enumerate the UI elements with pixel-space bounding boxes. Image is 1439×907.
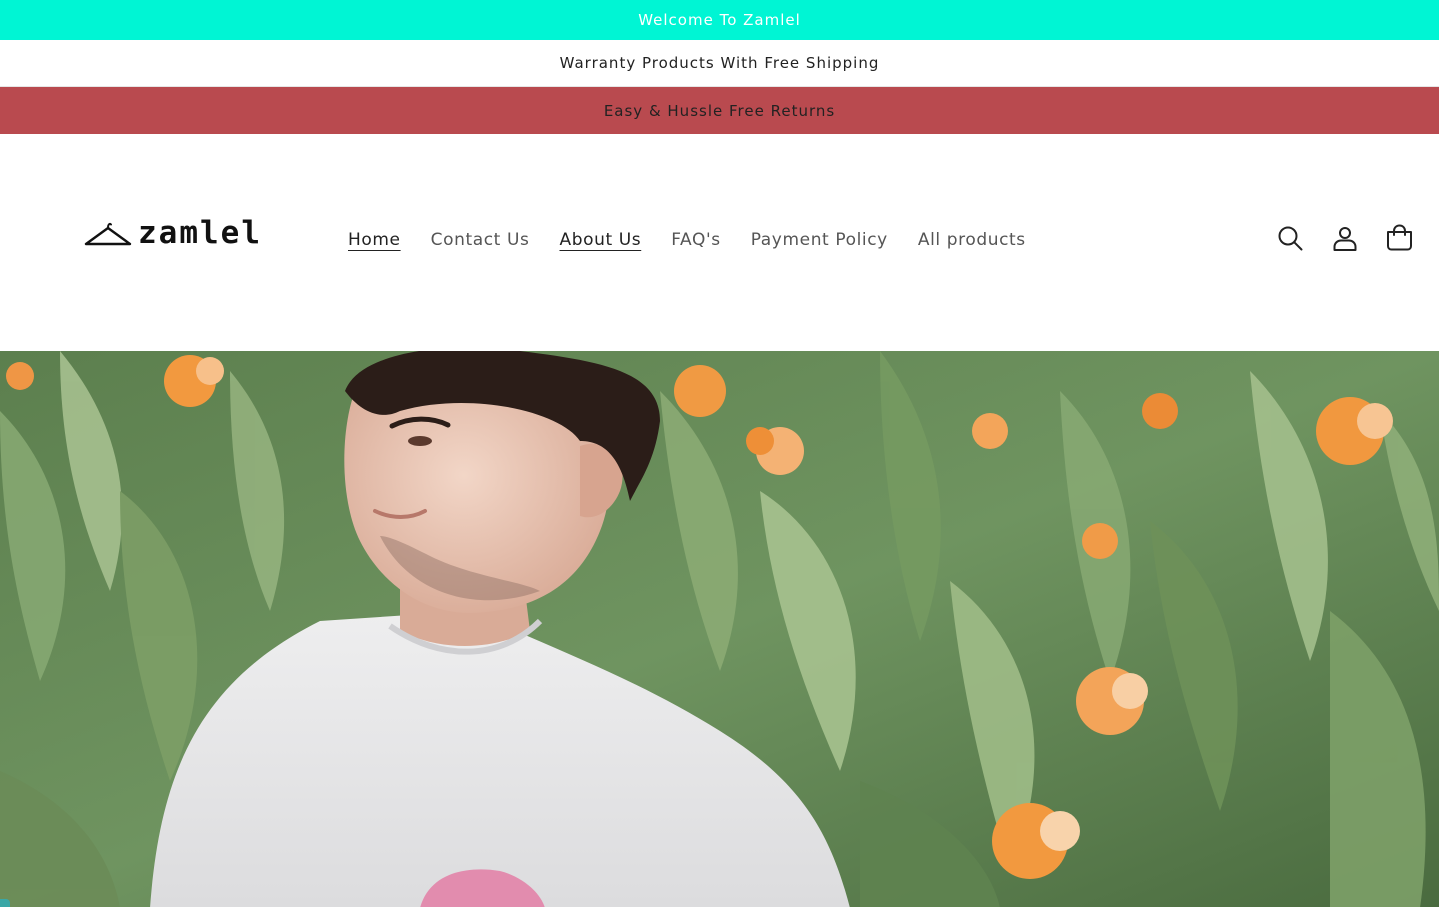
announcement-text: Easy & Hussle Free Returns <box>603 101 836 120</box>
nav-link-all-products[interactable]: All products <box>918 230 1026 250</box>
announcement-bar-warranty: Warranty Products With Free Shipping <box>0 40 1439 87</box>
corner-widget-tab[interactable] <box>0 899 10 907</box>
search-button[interactable] <box>1276 224 1303 251</box>
nav-link-about-us[interactable]: About Us <box>559 230 641 250</box>
announcement-text: Warranty Products With Free Shipping <box>559 54 880 72</box>
nav-link-faqs[interactable]: FAQ's <box>671 230 720 250</box>
hero-banner <box>0 351 1439 907</box>
nav-link-contact-us[interactable]: Contact Us <box>431 230 530 250</box>
logo-text: zamlel <box>138 215 262 251</box>
search-icon <box>1278 226 1302 250</box>
announcement-bar-returns: Easy & Hussle Free Returns <box>0 87 1439 134</box>
hanger-logo-icon <box>84 222 132 245</box>
account-icon <box>1333 226 1356 251</box>
header-icons <box>1276 224 1413 251</box>
hero-image <box>0 351 1439 907</box>
cart-button[interactable] <box>1386 224 1413 251</box>
site-header: zamlel Home Contact Us About Us FAQ's Pa… <box>0 134 1439 351</box>
nav-link-home[interactable]: Home <box>348 230 401 250</box>
nav-link-payment-policy[interactable]: Payment Policy <box>751 230 888 250</box>
main-navigation: Home Contact Us About Us FAQ's Payment P… <box>348 230 1026 250</box>
announcement-bar-welcome: Welcome To Zamlel <box>0 0 1439 40</box>
account-button[interactable] <box>1331 224 1358 251</box>
cart-icon <box>1387 224 1412 251</box>
announcement-text: Welcome To Zamlel <box>638 11 801 29</box>
logo-link[interactable]: zamlel <box>84 218 262 249</box>
